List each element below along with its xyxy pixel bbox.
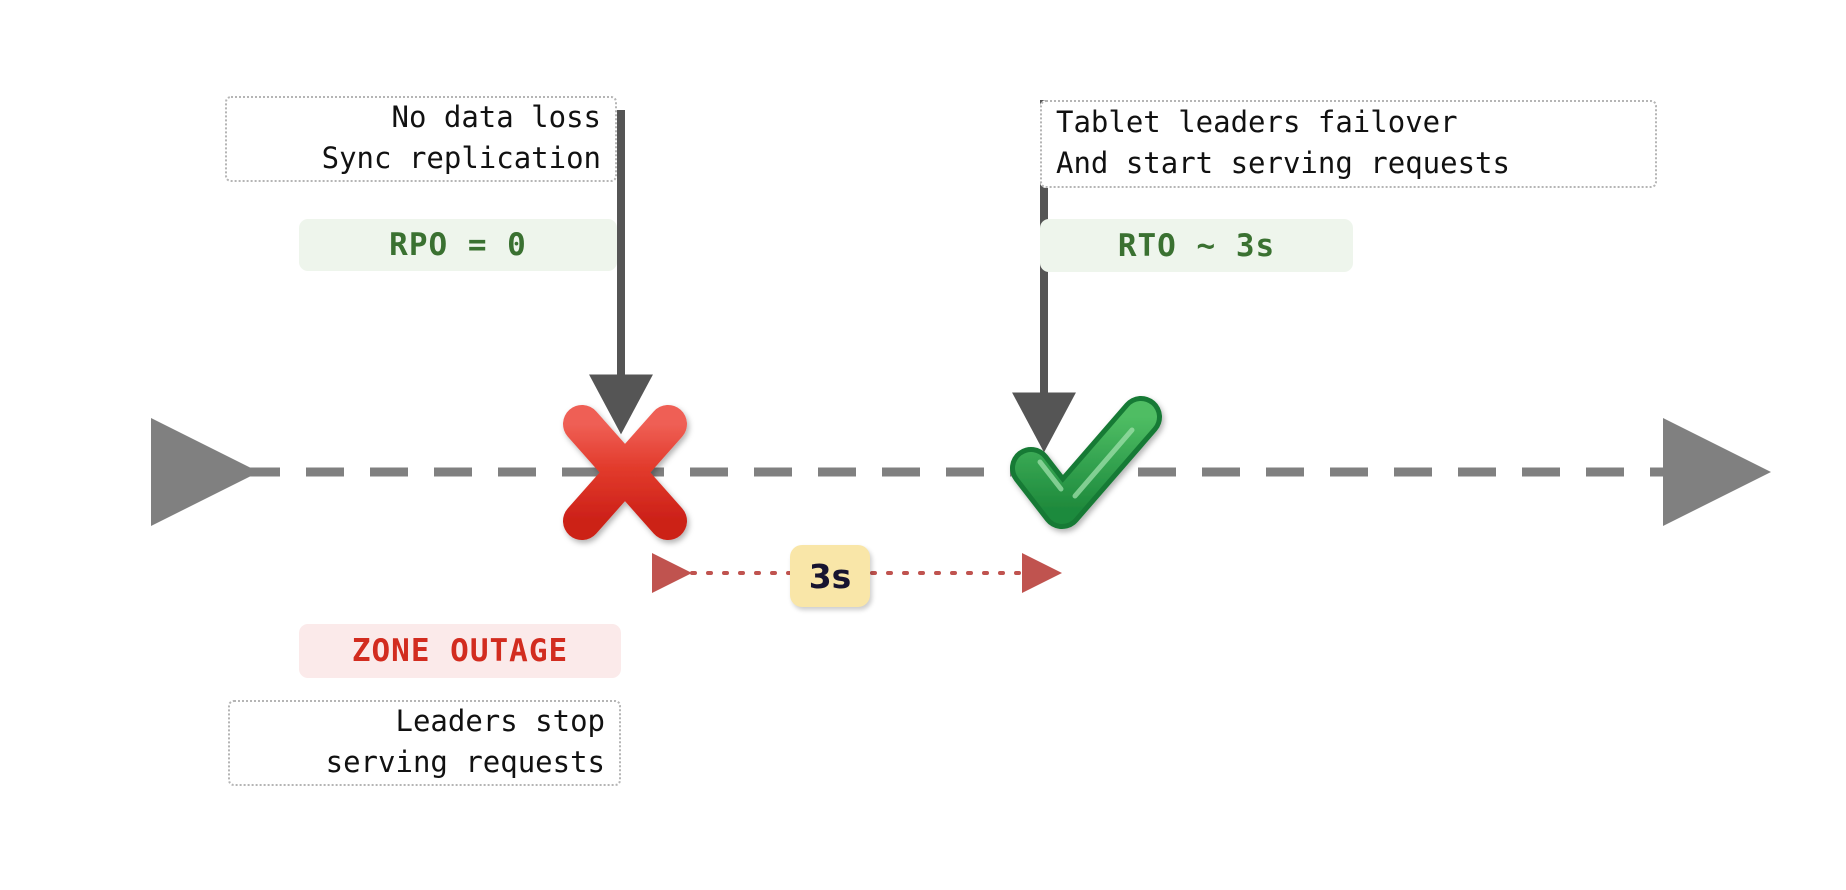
duration-label: 3s	[808, 556, 852, 596]
outage-note-line-2: serving requests	[325, 745, 605, 779]
outage-note-line-1: Leaders stop	[395, 704, 605, 738]
rto-note-box: Tablet leaders failover And start servin…	[1040, 100, 1657, 188]
rpo-note-line-2: Sync replication	[321, 141, 601, 175]
rto-note-line-2: And start serving requests	[1056, 146, 1510, 180]
rpo-metric-badge: RPO = 0	[299, 219, 617, 271]
rto-metric-badge: RTO ~ 3s	[1040, 219, 1353, 272]
diagram-canvas: No data loss Sync replication RPO = 0 Ta…	[0, 0, 1846, 890]
zone-outage-label: ZONE OUTAGE	[351, 633, 569, 669]
rto-note-line-1: Tablet leaders failover	[1056, 105, 1458, 139]
outage-note-box: Leaders stop serving requests	[228, 700, 621, 786]
rpo-metric-label: RPO = 0	[389, 227, 527, 263]
rpo-note-line-1: No data loss	[391, 100, 601, 134]
zone-outage-badge: ZONE OUTAGE	[299, 624, 621, 678]
rpo-note-box: No data loss Sync replication	[225, 96, 617, 182]
rto-metric-label: RTO ~ 3s	[1117, 227, 1276, 264]
duration-badge: 3s	[790, 545, 870, 607]
check-mark-icon	[1010, 396, 1162, 529]
cross-mark-icon	[563, 405, 687, 540]
